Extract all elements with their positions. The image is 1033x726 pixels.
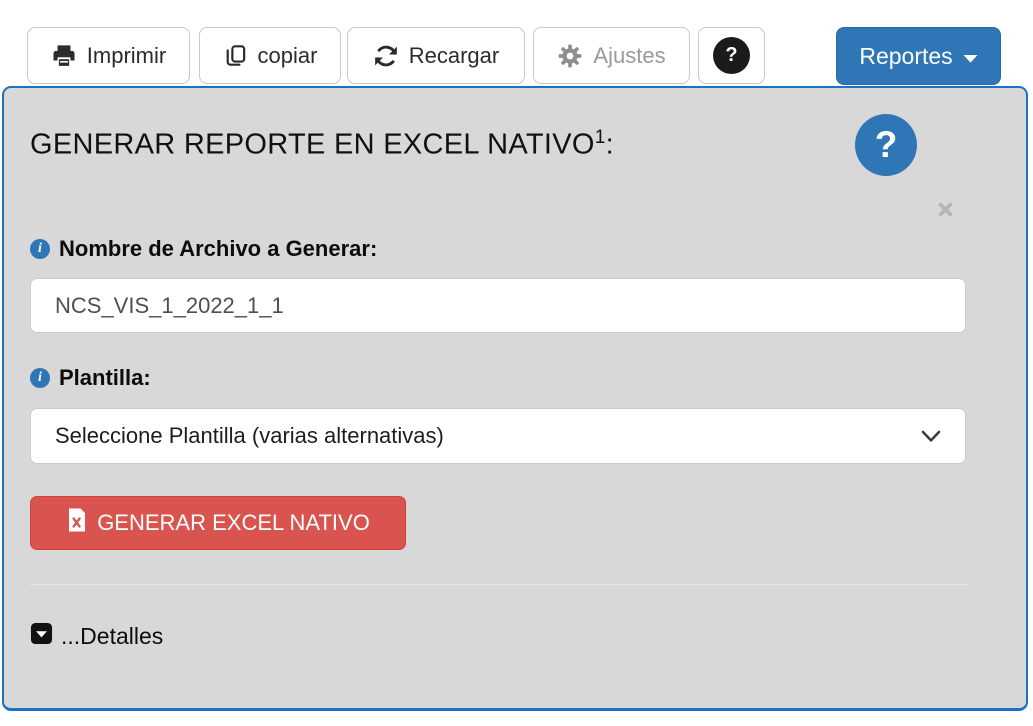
printer-icon xyxy=(51,43,77,69)
reload-button-label: Recargar xyxy=(409,43,499,69)
filename-input[interactable] xyxy=(30,278,966,333)
help-button[interactable]: ? xyxy=(698,27,765,84)
chevron-down-icon xyxy=(921,423,941,449)
panel-title: GENERAR REPORTE EN EXCEL NATIVO1: xyxy=(30,128,614,160)
caret-square-down-icon xyxy=(30,622,53,651)
details-label: ...Detalles xyxy=(61,623,163,650)
panel-title-superscript: 1 xyxy=(595,127,606,148)
reports-dropdown-label: Reportes xyxy=(859,43,952,70)
reload-button[interactable]: Recargar xyxy=(347,27,525,84)
generate-excel-button[interactable]: GENERAR EXCEL NATIVO xyxy=(30,496,406,550)
gear-icon xyxy=(557,43,583,69)
question-circle-icon: ? xyxy=(713,37,750,74)
panel-title-colon: : xyxy=(606,129,614,161)
caret-down-icon xyxy=(963,43,978,70)
print-button[interactable]: Imprimir xyxy=(27,27,190,84)
template-select[interactable]: Seleccione Plantilla (varias alternativa… xyxy=(30,408,966,464)
settings-button[interactable]: Ajustes xyxy=(533,27,690,84)
template-label: Plantilla: xyxy=(59,365,151,391)
generate-excel-button-label: GENERAR EXCEL NATIVO xyxy=(97,510,370,536)
template-label-row: i Plantilla: xyxy=(30,365,151,391)
reports-dropdown-button[interactable]: Reportes xyxy=(836,27,1001,85)
details-toggle[interactable]: ...Detalles xyxy=(30,622,163,651)
excel-file-icon xyxy=(66,508,88,538)
copy-button-label: copiar xyxy=(258,43,318,69)
info-icon[interactable]: i xyxy=(30,368,50,388)
copy-button[interactable]: copiar xyxy=(199,27,341,84)
divider xyxy=(30,584,968,585)
close-icon[interactable] xyxy=(934,198,957,226)
generate-report-panel: GENERAR REPORTE EN EXCEL NATIVO1: ? i No… xyxy=(2,86,1028,711)
panel-title-text: GENERAR REPORTE EN EXCEL NATIVO xyxy=(30,129,595,161)
template-select-value: Seleccione Plantilla (varias alternativa… xyxy=(55,423,444,449)
panel-help-icon[interactable]: ? xyxy=(855,114,917,176)
filename-label: Nombre de Archivo a Generar: xyxy=(59,236,377,262)
info-icon[interactable]: i xyxy=(30,239,50,259)
copy-icon xyxy=(223,43,248,68)
settings-button-label: Ajustes xyxy=(593,43,665,69)
refresh-icon xyxy=(373,43,399,69)
print-button-label: Imprimir xyxy=(87,43,166,69)
page: Imprimir copiar Recargar xyxy=(0,0,1033,726)
filename-label-row: i Nombre de Archivo a Generar: xyxy=(30,236,377,262)
